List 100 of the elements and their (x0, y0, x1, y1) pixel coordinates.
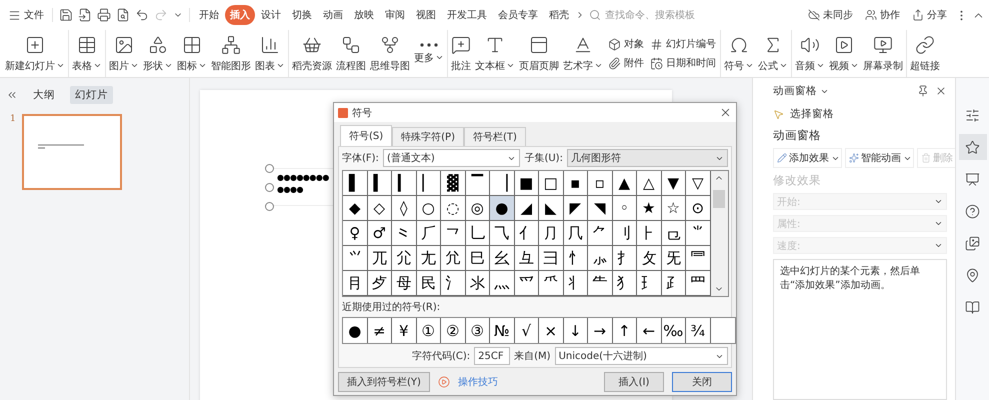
ribbon-button[interactable]: 形状 (141, 30, 175, 77)
ribbon-tab[interactable]: 稻壳 (544, 5, 574, 25)
symbol-cell[interactable]: ⺐ (416, 246, 441, 271)
symbol-cell[interactable]: ◆ (343, 196, 368, 221)
symbol-cell[interactable]: ⺛ (662, 246, 686, 271)
symbol-cell[interactable]: ⺩ (637, 271, 662, 296)
ribbon-tab[interactable]: 开发工具 (442, 5, 492, 25)
symbol-cell[interactable]: × (539, 318, 564, 343)
pin-icon[interactable] (917, 85, 929, 97)
ribbon-button[interactable]: 音频 (793, 30, 827, 77)
symbol-cell[interactable]: ▼ (662, 171, 686, 196)
symbol-cell[interactable]: ■ (514, 171, 539, 196)
symbol-cell[interactable]: ⺔ (514, 246, 539, 271)
symbol-cell[interactable]: ◣ (539, 196, 564, 221)
symbol-cell[interactable]: ▕ (490, 171, 514, 196)
symbol-cell[interactable]: ⺝ (343, 271, 368, 296)
close-icon[interactable] (719, 106, 732, 119)
symbol-cell[interactable]: ⺇ (564, 221, 588, 246)
symbol-cell[interactable]: ♀ (343, 221, 368, 246)
resize-handle[interactable] (265, 202, 274, 211)
ribbon-button[interactable]: 符号 (722, 30, 756, 77)
symbol-cell[interactable]: ▫ (588, 171, 612, 196)
file-menu[interactable]: 文件 (4, 6, 48, 24)
ribbon-tab[interactable]: 视图 (411, 5, 441, 25)
ribbon-button[interactable]: 流程图 (334, 30, 368, 77)
symbol-cell[interactable]: ¥ (392, 318, 416, 343)
symbol-cell[interactable]: ⺅ (514, 221, 539, 246)
scrollbar[interactable] (710, 171, 728, 296)
symbol-cell[interactable]: ▏ (416, 171, 441, 196)
symbol-cell[interactable]: ⺏ (392, 246, 416, 271)
symbol-cell[interactable]: ① (416, 318, 441, 343)
symbol-cell[interactable]: ⺒ (466, 246, 490, 271)
symbol-cell[interactable]: ◊ (392, 196, 416, 221)
symbol-cell[interactable]: ◇ (368, 196, 392, 221)
symbol-cell[interactable]: ⺥ (539, 271, 564, 296)
dialog-tab[interactable]: 特殊字符(P) (392, 127, 464, 146)
ribbon-tab[interactable]: 切换 (287, 5, 317, 25)
symbol-cell[interactable]: ↓ (564, 318, 588, 343)
ribbon-button[interactable]: 新建幻灯片 (3, 30, 67, 77)
ribbon-button[interactable]: 图标 (175, 30, 209, 77)
panel-tab[interactable]: 大纲 (28, 86, 60, 104)
ribbon-button[interactable]: 智能图形 (209, 30, 253, 77)
ribbon-button[interactable]: 文本框 (473, 30, 517, 77)
symbol-cell[interactable]: ◢ (514, 196, 539, 221)
symbol-cell[interactable]: ⺄ (490, 221, 514, 246)
symbol-cell[interactable]: ⺙ (637, 246, 662, 271)
side-tool-button[interactable] (958, 134, 986, 160)
symbol-cell[interactable]: ⺁ (416, 221, 441, 246)
ribbon-tab[interactable]: 审阅 (380, 5, 410, 25)
symbol-cell[interactable]: ⺃ (466, 221, 490, 246)
symbol-cell[interactable]: ⺉ (612, 221, 637, 246)
ribbon-button[interactable]: 稻壳资源 (290, 30, 334, 77)
symbol-cell[interactable]: ⺊ (637, 221, 662, 246)
action-button[interactable]: 添加效果 (773, 148, 842, 168)
ribbon-button[interactable]: 公式 (756, 30, 790, 77)
symbol-cell[interactable]: № (490, 318, 514, 343)
symbol-cell[interactable]: ▎ (392, 171, 416, 196)
symbol-cell[interactable]: ☆ (662, 196, 686, 221)
symbol-cell[interactable]: ⺍ (343, 246, 368, 271)
dialog-button[interactable]: 插入到符号栏(Y) (338, 372, 430, 392)
symbol-cell[interactable]: ⺪ (662, 271, 686, 296)
panel-tab[interactable]: 幻灯片 (70, 86, 113, 104)
symbol-cell[interactable]: ▍ (368, 171, 392, 196)
symbol-cell[interactable]: ¾ (686, 318, 710, 343)
symbol-cell[interactable]: ● (490, 196, 514, 221)
symbol-cell[interactable]: ● (343, 318, 368, 343)
symbol-cell[interactable]: ⺞ (368, 271, 392, 296)
ribbon-tab[interactable]: 设计 (256, 5, 286, 25)
symbol-cell[interactable]: ▪ (564, 171, 588, 196)
symbol-cell[interactable]: ◦ (612, 196, 637, 221)
symbol-cell[interactable]: ★ (637, 196, 662, 221)
symbol-cell[interactable]: ← (637, 318, 662, 343)
symbol-cell[interactable]: ◤ (564, 196, 588, 221)
symbol-cell[interactable]: △ (637, 171, 662, 196)
symbol-cell[interactable]: ⊙ (686, 196, 710, 221)
symbol-cell[interactable]: ⺨ (612, 271, 637, 296)
symbol-cell[interactable]: ⺗ (588, 246, 612, 271)
tips-link[interactable]: 操作技巧 (458, 375, 498, 389)
symbol-cell[interactable]: ⺫ (686, 271, 710, 296)
symbol-cell[interactable]: ⺡ (441, 271, 466, 296)
symbol-cell[interactable]: ⺑ (441, 246, 466, 271)
ribbon-tab[interactable]: 动画 (318, 5, 348, 25)
symbol-cell[interactable]: ◥ (588, 196, 612, 221)
ribbon-button[interactable]: 超链接 (908, 30, 942, 77)
undo-icon[interactable] (135, 8, 149, 22)
ribbon-button[interactable]: 附件 (608, 56, 644, 70)
symbol-cell[interactable]: → (588, 318, 612, 343)
symbol-cell[interactable]: ◎ (466, 196, 490, 221)
scroll-thumb[interactable] (713, 190, 725, 208)
font-select[interactable]: (普通文本) (382, 149, 520, 167)
symbol-cell[interactable]: ⺆ (539, 221, 564, 246)
symbol-cell[interactable]: ↑ (612, 318, 637, 343)
symbol-cell[interactable]: ⺠ (416, 271, 441, 296)
pane-title[interactable]: 动画窗格 (773, 84, 829, 98)
save-icon[interactable] (59, 8, 73, 22)
header-button[interactable]: 分享 (908, 6, 951, 24)
symbol-cell[interactable]: ⺟ (392, 271, 416, 296)
ribbon-button[interactable]: 表格 (70, 30, 104, 77)
resize-handle[interactable] (265, 164, 274, 173)
symbol-cell[interactable]: ▔ (466, 171, 490, 196)
